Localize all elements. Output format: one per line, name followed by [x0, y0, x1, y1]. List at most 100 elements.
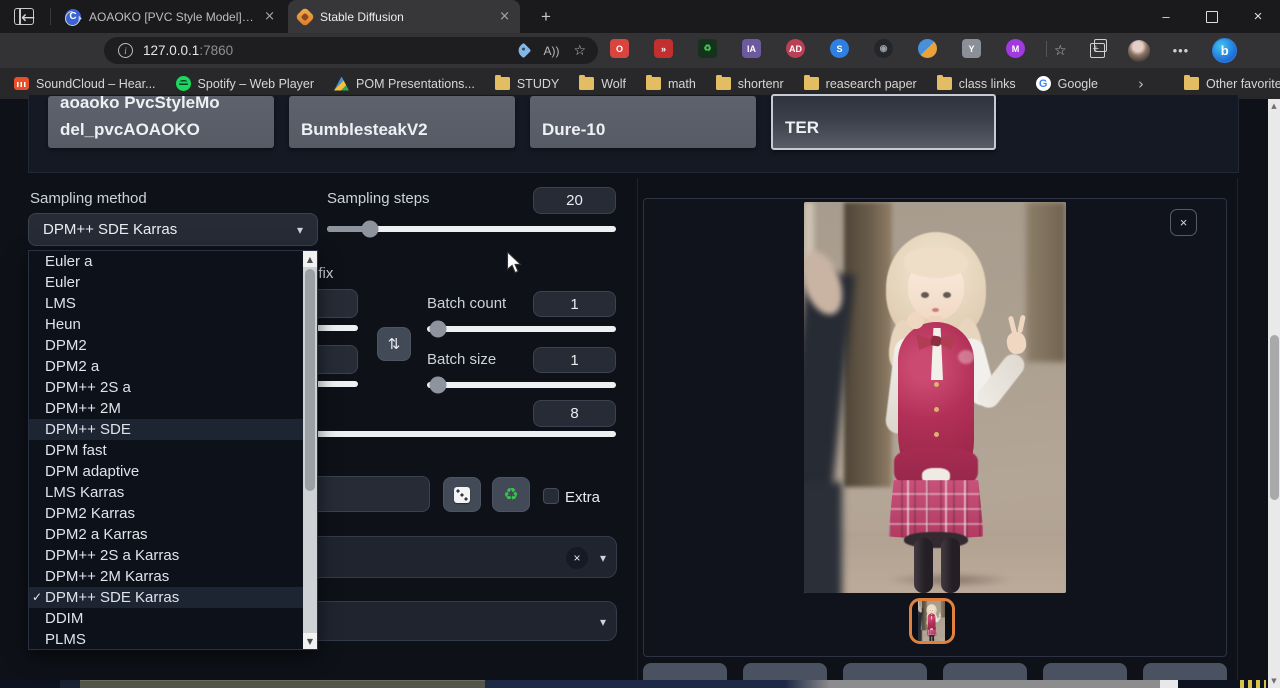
swap-dimensions-button[interactable]: ⇅ [377, 327, 411, 361]
bookmark-item[interactable]: Wolf [579, 77, 626, 91]
tab-close-icon[interactable]: × [499, 9, 510, 24]
bing-icon[interactable]: b [1212, 38, 1237, 63]
bookmark-item[interactable]: reasearch paper [804, 77, 917, 91]
menu-option[interactable]: ✓ DPM++ 2S a Karras [29, 545, 303, 566]
extension-icon[interactable]: IA [742, 39, 761, 58]
menu-option[interactable]: ✓ DPM++ 2M [29, 398, 303, 419]
scrollbar-thumb[interactable] [305, 269, 315, 491]
menu-option-label: DPM2 Karras [45, 505, 135, 522]
collections-icon[interactable] [1090, 43, 1105, 58]
menu-option[interactable]: ✓ DPM++ 2S a [29, 377, 303, 398]
extension-icon[interactable]: M [1006, 39, 1025, 58]
model-card-ter[interactable]: TER [771, 94, 996, 150]
bookmark-item[interactable]: G Google [1036, 76, 1098, 91]
scrollbar-thumb[interactable] [1270, 335, 1279, 500]
menu-scrollbar[interactable]: ▲ ▼ [303, 251, 317, 649]
slider-handle[interactable] [430, 377, 447, 394]
extension-icon[interactable]: S [830, 39, 849, 58]
address-bar[interactable]: i 127.0.0.1:7860 A)) ☆ [104, 37, 598, 64]
extra-checkbox[interactable] [543, 488, 559, 504]
batch-size-input[interactable]: 1 [533, 347, 616, 373]
random-seed-button[interactable] [443, 477, 481, 512]
sampling-steps-slider[interactable] [327, 226, 616, 232]
menu-option[interactable]: ✓ Euler [29, 272, 303, 293]
extension-icon[interactable]: ◉ [874, 39, 893, 58]
minimize-button[interactable]: – [1144, 0, 1188, 33]
bookmark-item[interactable]: STUDY [495, 77, 559, 91]
back-button[interactable]: ← [16, 6, 40, 30]
menu-option[interactable]: ✓ Euler a [29, 251, 303, 272]
settings-menu-icon[interactable]: ••• [1173, 43, 1190, 58]
extension-icon[interactable] [918, 39, 937, 58]
bookmark-item[interactable]: SoundCloud – Hear... [14, 77, 156, 91]
menu-option[interactable]: ✓ DPM2 Karras [29, 503, 303, 524]
menu-option[interactable]: ✓ DPM++ SDE [29, 419, 303, 440]
add-favorite-icon[interactable]: ☆ [573, 43, 586, 59]
tab-stable-diffusion[interactable]: Stable Diffusion × [288, 0, 520, 33]
generated-image[interactable] [918, 601, 945, 641]
extension-icon[interactable]: ♻ [698, 39, 717, 58]
extension-icon[interactable]: Y [962, 39, 981, 58]
favorites-list-icon[interactable]: ☆ [1054, 43, 1067, 59]
tag-icon[interactable] [516, 43, 532, 59]
extension-icon[interactable]: O [610, 39, 629, 58]
other-favorites[interactable]: Other favorites [1184, 77, 1280, 91]
read-aloud-icon[interactable]: A)) [543, 44, 559, 58]
model-card-dure10[interactable]: Dure-10 [530, 96, 756, 148]
bookmark-item[interactable]: Spotify – Web Player [176, 76, 315, 91]
profile-avatar[interactable] [1128, 40, 1150, 62]
menu-option[interactable]: ✓ LMS [29, 293, 303, 314]
sampling-method-select[interactable]: DPM++ SDE Karras ▾ [28, 213, 318, 246]
slider-handle[interactable] [362, 221, 379, 238]
scroll-down-icon[interactable]: ▼ [1268, 674, 1280, 688]
generated-image[interactable] [804, 202, 1066, 593]
chevron-down-icon: ▾ [600, 615, 606, 629]
batch-size-slider[interactable] [427, 382, 616, 388]
scroll-up-icon[interactable]: ▲ [1268, 99, 1280, 113]
menu-option[interactable]: ✓ DPM fast [29, 440, 303, 461]
clear-icon[interactable]: × [566, 547, 588, 569]
tab-aoaoko[interactable]: C AOAOKO [PVC Style Model] - PV × [55, 0, 285, 33]
menu-option[interactable]: ✓ PLMS [29, 629, 303, 649]
batch-count-slider[interactable] [427, 326, 616, 332]
gallery-thumbnail-selected[interactable] [909, 598, 955, 644]
new-tab-button[interactable]: + [534, 5, 558, 29]
extension-icon[interactable]: AD [786, 39, 805, 58]
bookmark-item[interactable]: POM Presentations... [334, 77, 475, 91]
model-card-del-pvc[interactable]: aoaoko PvcStyleMo del_pvcAOAOKO [48, 96, 274, 148]
page-scrollbar[interactable]: ▲ ▼ [1268, 99, 1280, 688]
close-window-button[interactable]: × [1236, 0, 1280, 33]
menu-option[interactable]: ✓ Heun [29, 314, 303, 335]
menu-option-label: PLMS [45, 631, 86, 648]
bookmark-label: reasearch paper [826, 77, 917, 91]
menu-option[interactable]: ✓ DPM++ SDE Karras [29, 587, 303, 608]
menu-option[interactable]: ✓ DPM++ 2M Karras [29, 566, 303, 587]
menu-option[interactable]: ✓ DDIM [29, 608, 303, 629]
extension-icon[interactable]: » [654, 39, 673, 58]
scroll-down-icon[interactable]: ▼ [303, 633, 317, 649]
menu-option[interactable]: ✓ DPM2 a [29, 356, 303, 377]
menu-option[interactable]: ✓ DPM adaptive [29, 461, 303, 482]
cfg-scale-input[interactable]: 8 [533, 400, 616, 427]
slider-handle[interactable] [430, 321, 447, 338]
tab-close-icon[interactable]: × [264, 9, 275, 24]
site-info-icon[interactable]: i [118, 43, 133, 58]
bookmark-item[interactable]: class links [937, 77, 1016, 91]
restore-icon [1206, 11, 1218, 23]
batch-count-input[interactable]: 1 [533, 291, 616, 317]
bookmarks-overflow-chevron[interactable]: › [1138, 75, 1144, 93]
close-image-button[interactable]: × [1170, 209, 1197, 236]
model-card-bumblesteak[interactable]: BumblesteakV2 [289, 96, 515, 148]
bookmark-item[interactable]: shortenr [716, 77, 784, 91]
scroll-up-icon[interactable]: ▲ [303, 251, 317, 267]
menu-option-label: DPM++ 2M Karras [45, 568, 169, 585]
model-card-title: Dure-10 [542, 114, 744, 148]
refresh-button[interactable] [60, 6, 84, 30]
sampling-steps-input[interactable]: 20 [533, 187, 616, 214]
reuse-seed-button[interactable]: ♻ [492, 477, 530, 512]
bookmark-item[interactable]: math [646, 77, 696, 91]
menu-option[interactable]: ✓ LMS Karras [29, 482, 303, 503]
menu-option[interactable]: ✓ DPM2 [29, 335, 303, 356]
menu-option[interactable]: ✓ DPM2 a Karras [29, 524, 303, 545]
restore-button[interactable] [1190, 0, 1234, 33]
